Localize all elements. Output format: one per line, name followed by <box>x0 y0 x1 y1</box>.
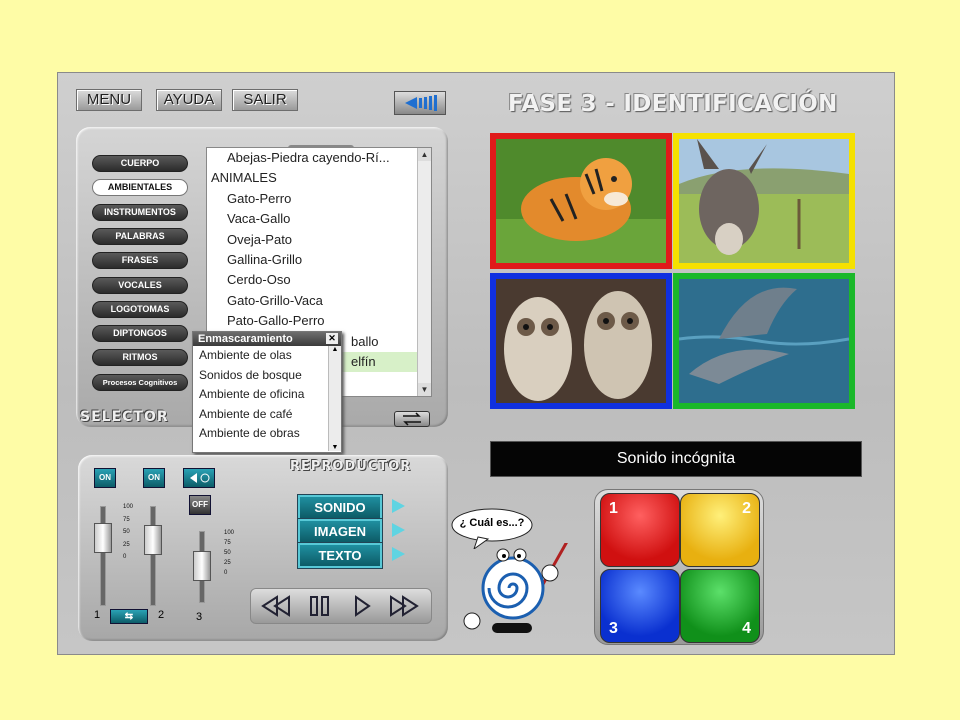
answer-number-2: 2 <box>742 500 751 517</box>
answer-number-3: 3 <box>609 620 618 637</box>
fader-track-2 <box>150 506 156 606</box>
image-donkey[interactable] <box>673 133 855 269</box>
image-dolphins[interactable] <box>673 273 855 409</box>
fader-knob-1[interactable] <box>94 523 112 553</box>
imagen-button[interactable]: IMAGEN <box>298 519 382 544</box>
fader-label-3: 3 <box>196 611 203 623</box>
sonido-button[interactable]: SONIDO <box>298 495 382 520</box>
speaker-icon <box>190 473 210 483</box>
category-vocales[interactable]: VOCALES <box>92 276 188 294</box>
masking-popup: Enmascaramiento ✕ Ambiente de olas Sonido… <box>192 331 342 453</box>
scale-tick: 25 <box>123 541 130 548</box>
list-item[interactable]: ANIMALES <box>211 168 431 188</box>
scale-tick: 100 <box>224 530 235 536</box>
category-instrumentos[interactable]: INSTRUMENTOS <box>92 203 188 221</box>
popup-scroll-down-icon[interactable]: ▼ <box>329 444 341 451</box>
off-button[interactable]: OFF <box>189 495 211 515</box>
answer-number-1: 1 <box>609 500 618 517</box>
page-title: FASE 3 - IDENTIFICACIÓN <box>508 91 838 117</box>
exit-button[interactable]: SALIR <box>232 89 298 111</box>
image-grid <box>490 133 862 416</box>
rewind-icon <box>261 595 290 617</box>
fader-label-2: 2 <box>158 609 165 621</box>
on-button-1[interactable]: ON <box>94 468 116 488</box>
popup-scrollbar[interactable]: ▲ ▼ <box>328 346 341 451</box>
link-faders-button[interactable]: ⇆ <box>110 609 148 624</box>
list-scrollbar[interactable]: ▲ ▼ <box>417 148 431 396</box>
list-item[interactable]: Oveja-Pato <box>211 230 431 250</box>
play-arrow-icon[interactable] <box>392 499 405 513</box>
close-icon[interactable]: ✕ <box>326 333 338 344</box>
masking-item[interactable]: Ambiente de café <box>193 405 341 425</box>
fader-knob-2[interactable] <box>144 525 162 555</box>
answer-button-2[interactable]: 2 <box>680 493 760 567</box>
scroll-up-icon[interactable]: ▲ <box>418 148 431 161</box>
scale-tick: 0 <box>123 554 127 560</box>
category-ambientales[interactable]: AMBIENTALES <box>92 179 188 197</box>
masking-item[interactable]: Ambiente de olas <box>193 346 341 366</box>
list-item[interactable]: Cerdo-Oso <box>211 270 431 290</box>
menu-button[interactable]: MENU <box>76 89 142 111</box>
list-item[interactable]: Abejas-Piedra cayendo-Rí... <box>211 148 431 168</box>
image-tiger[interactable] <box>490 133 672 269</box>
category-logotomas[interactable]: LOGOTOMAS <box>92 300 188 318</box>
scale-tick: 50 <box>224 550 231 556</box>
answer-button-4[interactable]: 4 <box>680 569 760 643</box>
list-item[interactable]: Vaca-Gallo <box>211 209 431 229</box>
transport-bar <box>250 588 432 624</box>
volume-button[interactable] <box>394 91 446 115</box>
app-window: MENU AYUDA SALIR FASE 3 - IDENTIFICACIÓN… <box>57 72 895 655</box>
scale-tick: 0 <box>224 570 228 576</box>
play-arrow-icon[interactable] <box>392 547 405 561</box>
play-icon <box>355 595 371 617</box>
image-owls[interactable] <box>490 273 672 409</box>
scroll-down-icon[interactable]: ▼ <box>418 383 431 396</box>
category-frases[interactable]: FRASES <box>92 252 188 270</box>
pause-icon <box>310 596 329 616</box>
on-button-2[interactable]: ON <box>143 468 165 488</box>
category-diptongos[interactable]: DIPTONGOS <box>92 325 188 343</box>
player-label: REPRODUCTOR <box>290 459 412 474</box>
masking-item[interactable]: Ambiente de oficina <box>193 385 341 405</box>
fader-knob-3[interactable] <box>193 551 211 581</box>
scale-tick: 100 <box>123 504 134 510</box>
category-ritmos[interactable]: RITMOS <box>92 349 188 367</box>
masking-item[interactable]: Ambiente de obras <box>193 424 341 444</box>
scale-tick: 75 <box>123 516 130 523</box>
shuffle-button[interactable] <box>394 411 430 427</box>
fader-track-1 <box>100 506 106 606</box>
help-button[interactable]: AYUDA <box>156 89 222 111</box>
list-item[interactable]: Gato-Perro <box>211 189 431 209</box>
popup-scroll-up-icon[interactable]: ▲ <box>329 346 341 353</box>
list-item[interactable]: Pato-Gallo-Perro <box>211 311 431 331</box>
play-arrow-icon[interactable] <box>392 523 405 537</box>
scale-tick: 25 <box>224 560 231 566</box>
category-cuerpo[interactable]: CUERPO <box>92 155 188 172</box>
speaker-toggle-button[interactable] <box>183 468 215 488</box>
scale-tick: 75 <box>224 540 231 546</box>
mascot <box>458 530 575 643</box>
unknown-sound-label: Sonido incógnita <box>490 441 862 477</box>
answer-button-1[interactable]: 1 <box>600 493 680 567</box>
fast-forward-icon <box>390 595 419 617</box>
answer-number-4: 4 <box>742 620 751 637</box>
shuffle-icon <box>403 412 421 426</box>
list-item[interactable]: Gato-Grillo-Vaca <box>211 291 431 311</box>
speech-text: ¿ Cuál es...? <box>459 517 525 529</box>
selector-label: SELECTOR <box>80 409 169 425</box>
scale-tick: 50 <box>123 529 130 535</box>
answer-button-3[interactable]: 3 <box>600 569 680 643</box>
fader-label-1: 1 <box>94 609 101 621</box>
texto-button[interactable]: TEXTO <box>298 543 382 568</box>
list-item[interactable]: Gallina-Grillo <box>211 250 431 270</box>
category-procesos-cognitivos[interactable]: Procesos Cognitivos <box>92 373 188 391</box>
category-palabras[interactable]: PALABRAS <box>92 227 188 245</box>
speaker-icon <box>405 95 437 111</box>
masking-popup-title: Enmascaramiento <box>198 333 293 345</box>
masking-item[interactable]: Sonidos de bosque <box>193 366 341 386</box>
